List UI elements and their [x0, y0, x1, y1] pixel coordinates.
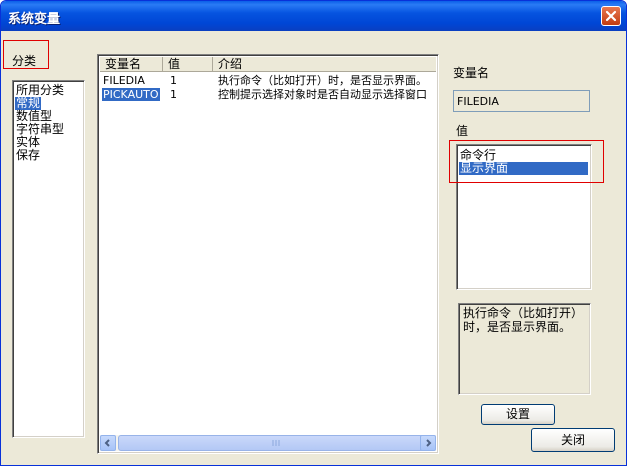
window-title: 系统变量 [8, 12, 61, 27]
variable-table[interactable]: 变量名 值 介绍 FILEDIA 1 执行命令（比如打开）时，是否显示界面。 P… [97, 54, 439, 454]
horizontal-scrollbar[interactable] [100, 435, 436, 451]
arrow-right-icon [426, 439, 432, 447]
table-header: 变量名 值 介绍 [100, 57, 436, 72]
dialog-body: 分类 所用分类 常规 数值型 字符串型 实体 保存 变量名 值 介绍 FILED… [1, 31, 626, 465]
title-bar[interactable]: 系统变量 [1, 1, 626, 31]
value-list-highlight [449, 140, 604, 183]
scroll-left-button[interactable] [100, 435, 116, 451]
category-item[interactable]: 保存 [15, 149, 41, 162]
table-row[interactable]: FILEDIA 1 执行命令（比如打开）时，是否显示界面。 [100, 74, 436, 87]
window-close-button[interactable] [601, 6, 621, 26]
settings-button[interactable]: 设置 [481, 404, 555, 425]
varname-field: FILEDIA [453, 90, 590, 112]
scroll-thumb[interactable] [118, 435, 436, 451]
cell-name: FILEDIA [103, 74, 145, 87]
column-header-value[interactable]: 值 [163, 57, 213, 72]
system-variables-dialog: 系统变量 分类 所用分类 常规 数值型 字符串型 实体 保存 变量名 值 介绍 [0, 0, 627, 466]
cell-description: 控制提示选择对象时是否自动显示选择窗口 [218, 88, 427, 101]
arrow-left-icon [104, 439, 110, 447]
cell-value: 1 [170, 74, 177, 87]
column-header-description[interactable]: 介绍 [213, 57, 436, 72]
cell-description: 执行命令（比如打开）时，是否显示界面。 [218, 74, 427, 87]
description-box: 执行命令（比如打开）时，是否显示界面。 [458, 303, 591, 395]
grip-icon [272, 440, 280, 446]
close-button[interactable]: 关闭 [531, 428, 615, 452]
column-header-name[interactable]: 变量名 [100, 57, 163, 72]
close-icon [605, 10, 617, 22]
cell-value: 1 [170, 88, 177, 101]
value-label: 值 [456, 124, 469, 138]
scroll-right-button[interactable] [420, 435, 436, 451]
table-row[interactable]: PICKAUTO 1 控制提示选择对象时是否自动显示选择窗口 [100, 88, 436, 101]
varname-label: 变量名 [453, 66, 490, 80]
category-label: 分类 [12, 54, 37, 68]
cell-name-selected: PICKAUTO [102, 88, 160, 101]
category-list[interactable]: 所用分类 常规 数值型 字符串型 实体 保存 [12, 80, 85, 438]
